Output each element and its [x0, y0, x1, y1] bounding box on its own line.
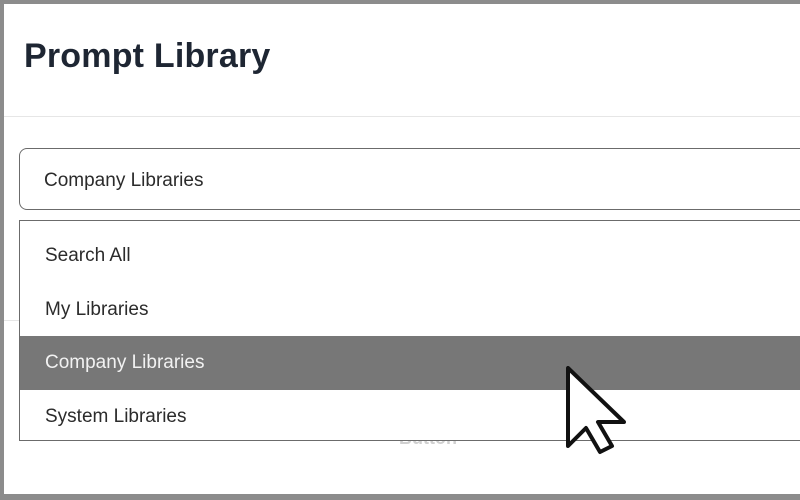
mouse-pointer-icon [564, 366, 634, 458]
library-select[interactable]: Company Libraries [19, 148, 800, 210]
page-title: Prompt Library [24, 37, 271, 76]
app-window: Prompt Library Button Company Libraries … [4, 4, 800, 494]
option-company-libraries[interactable]: Company Libraries [20, 336, 800, 390]
library-dropdown-list: Search All My Libraries Company Librarie… [19, 220, 800, 441]
option-search-all[interactable]: Search All [20, 229, 800, 283]
library-select-value: Company Libraries [44, 170, 203, 192]
option-system-libraries[interactable]: System Libraries [20, 390, 800, 444]
option-my-libraries[interactable]: My Libraries [20, 283, 800, 337]
page-header: Prompt Library [4, 4, 800, 117]
